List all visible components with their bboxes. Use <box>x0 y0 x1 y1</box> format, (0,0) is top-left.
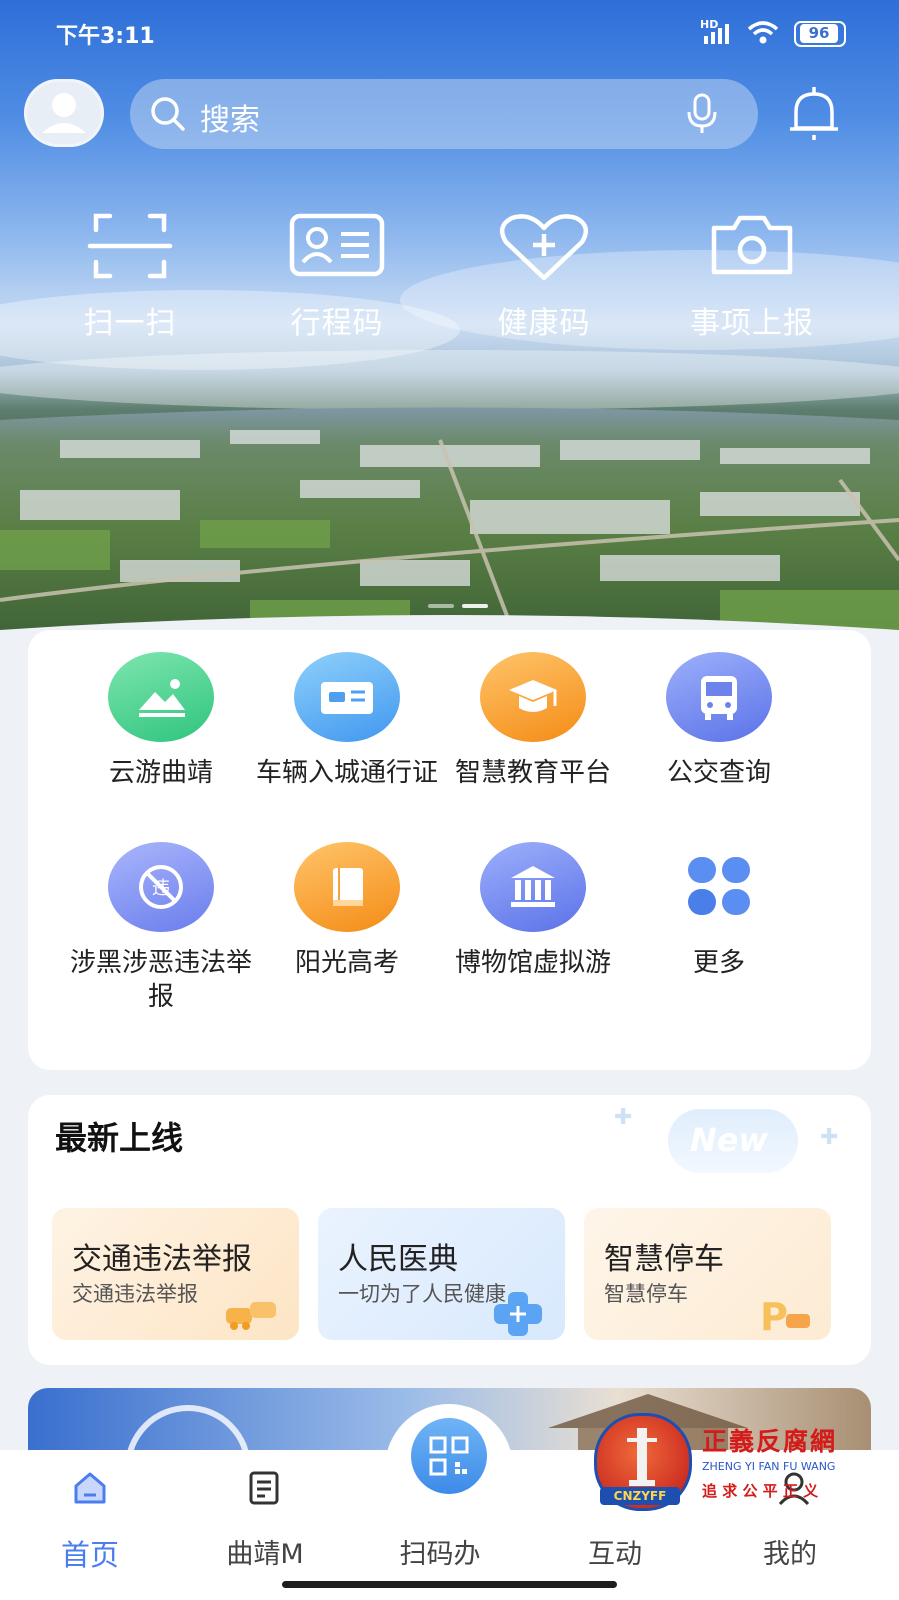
quick-action-report[interactable]: 事项上报 <box>652 212 852 342</box>
service-label: 涉黑涉恶违法举报 <box>69 948 252 1012</box>
home-indicator[interactable] <box>282 1581 617 1588</box>
service-smart-education[interactable]: 智慧教育平台 <box>440 652 626 790</box>
battery-level: 96 <box>800 24 838 43</box>
signal-icon <box>704 24 729 44</box>
hero-banner[interactable]: 下午3:11 HD 96 搜索 扫一扫 行程码 健康码 事项上报 <box>0 0 899 650</box>
nav-label: 互动 <box>588 1539 642 1570</box>
quick-action-label: 事项上报 <box>690 306 814 341</box>
graduation-cap-icon <box>480 652 586 742</box>
new-badge: New <box>690 1121 769 1159</box>
notification-bell-icon[interactable] <box>786 84 842 144</box>
section-title: 最新上线 <box>55 1119 184 1157</box>
sparkle-icon: ✚ <box>614 1105 633 1130</box>
latest-item-subtitle: 智慧停车 <box>604 1282 688 1306</box>
heart-plus-icon <box>499 214 589 281</box>
scan-button[interactable] <box>411 1418 487 1494</box>
service-label: 博物馆虚拟游 <box>454 948 611 978</box>
carousel-dot <box>428 604 454 608</box>
museum-icon <box>480 842 586 932</box>
service-label: 车辆入城通行证 <box>255 758 438 788</box>
user-avatar-icon <box>42 93 86 133</box>
svg-text:P: P <box>760 1295 788 1336</box>
nav-label: 曲靖M <box>226 1539 304 1570</box>
service-sunshine-gaokao[interactable]: 阳光高考 <box>254 842 440 980</box>
document-icon <box>249 1471 279 1505</box>
quick-action-health-code[interactable]: 健康码 <box>444 212 644 342</box>
service-crime-report[interactable]: 违 涉黑涉恶违法举报 <box>68 842 254 1014</box>
service-label: 公交查询 <box>666 758 771 788</box>
vehicle-pass-icon <box>294 652 400 742</box>
latest-item-medical-dictionary[interactable]: 人民医典 一切为了人民健康 <box>318 1208 565 1340</box>
latest-item-traffic-report[interactable]: 交通违法举报 交通违法举报 <box>52 1208 299 1340</box>
service-vehicle-pass[interactable]: 车辆入城通行证 <box>254 652 440 790</box>
landscape-icon <box>108 652 214 742</box>
quick-action-scan[interactable]: 扫一扫 <box>30 212 230 342</box>
latest-item-title: 人民医典 <box>338 1242 458 1277</box>
quick-action-label: 扫一扫 <box>83 306 177 341</box>
watermark-title: 正義反腐網 <box>702 1427 838 1456</box>
quick-action-label: 行程码 <box>290 306 384 341</box>
status-time: 下午3:11 <box>56 24 155 49</box>
carousel-dot-active <box>462 604 488 608</box>
watermark-slogan: 追 求 公 平 正 义 <box>702 1482 819 1500</box>
more-grid-icon <box>666 842 772 932</box>
scan-icon <box>87 213 173 279</box>
parking-icon: P <box>760 1295 810 1336</box>
sparkle-icon: ✚ <box>820 1125 839 1150</box>
latest-item-smart-parking[interactable]: 智慧停车 智慧停车 P <box>584 1208 831 1340</box>
camera-icon <box>711 215 793 275</box>
service-label: 更多 <box>692 948 745 978</box>
service-label: 智慧教育平台 <box>454 758 611 788</box>
bus-icon <box>666 652 772 742</box>
service-museum-tour[interactable]: 博物馆虚拟游 <box>440 842 626 980</box>
microphone-icon[interactable] <box>682 92 722 136</box>
service-label: 云游曲靖 <box>108 758 213 788</box>
id-card-icon <box>289 213 385 277</box>
service-cloud-tour[interactable]: 云游曲靖 <box>68 652 254 790</box>
latest-section: 最新上线 New ✚ ✚ 交通违法举报 交通违法举报 人民医典 一切为了人民健康… <box>28 1095 871 1365</box>
service-bus-query[interactable]: 公交查询 <box>626 652 812 790</box>
search-input[interactable]: 搜索 <box>200 95 260 139</box>
service-grid: 云游曲靖 车辆入城通行证 智慧教育平台 公交查询 违 涉黑涉恶违法举报 阳光高考 <box>28 630 871 1070</box>
quick-action-trip-code[interactable]: 行程码 <box>237 212 437 342</box>
avatar[interactable] <box>24 79 104 147</box>
latest-item-subtitle: 一切为了人民健康 <box>338 1282 506 1306</box>
search-bar[interactable]: 搜索 <box>130 79 758 149</box>
no-violation-icon: 违 <box>108 842 214 932</box>
qr-code-icon <box>429 1436 469 1476</box>
home-icon <box>74 1472 106 1504</box>
watermark-pinyin: ZHENG YI FAN FU WANG <box>702 1460 836 1473</box>
nav-label: 扫码办 <box>399 1539 481 1570</box>
service-label: 阳光高考 <box>294 948 399 978</box>
book-icon <box>294 842 400 932</box>
service-more[interactable]: 更多 <box>626 842 812 980</box>
quick-action-label: 健康码 <box>497 306 591 341</box>
latest-item-subtitle: 交通违法举报 <box>72 1282 198 1306</box>
svg-text:违: 违 <box>152 878 170 899</box>
latest-item-title: 交通违法举报 <box>72 1242 252 1277</box>
search-icon <box>151 97 185 131</box>
nav-label: 我的 <box>763 1539 817 1570</box>
watermark-badge: CNZYFF <box>600 1487 680 1505</box>
nav-label: 首页 <box>60 1538 119 1572</box>
wifi-icon <box>747 21 779 44</box>
car-crash-icon <box>226 1302 276 1330</box>
medical-cross-icon <box>494 1292 542 1336</box>
latest-item-title: 智慧停车 <box>604 1242 724 1277</box>
